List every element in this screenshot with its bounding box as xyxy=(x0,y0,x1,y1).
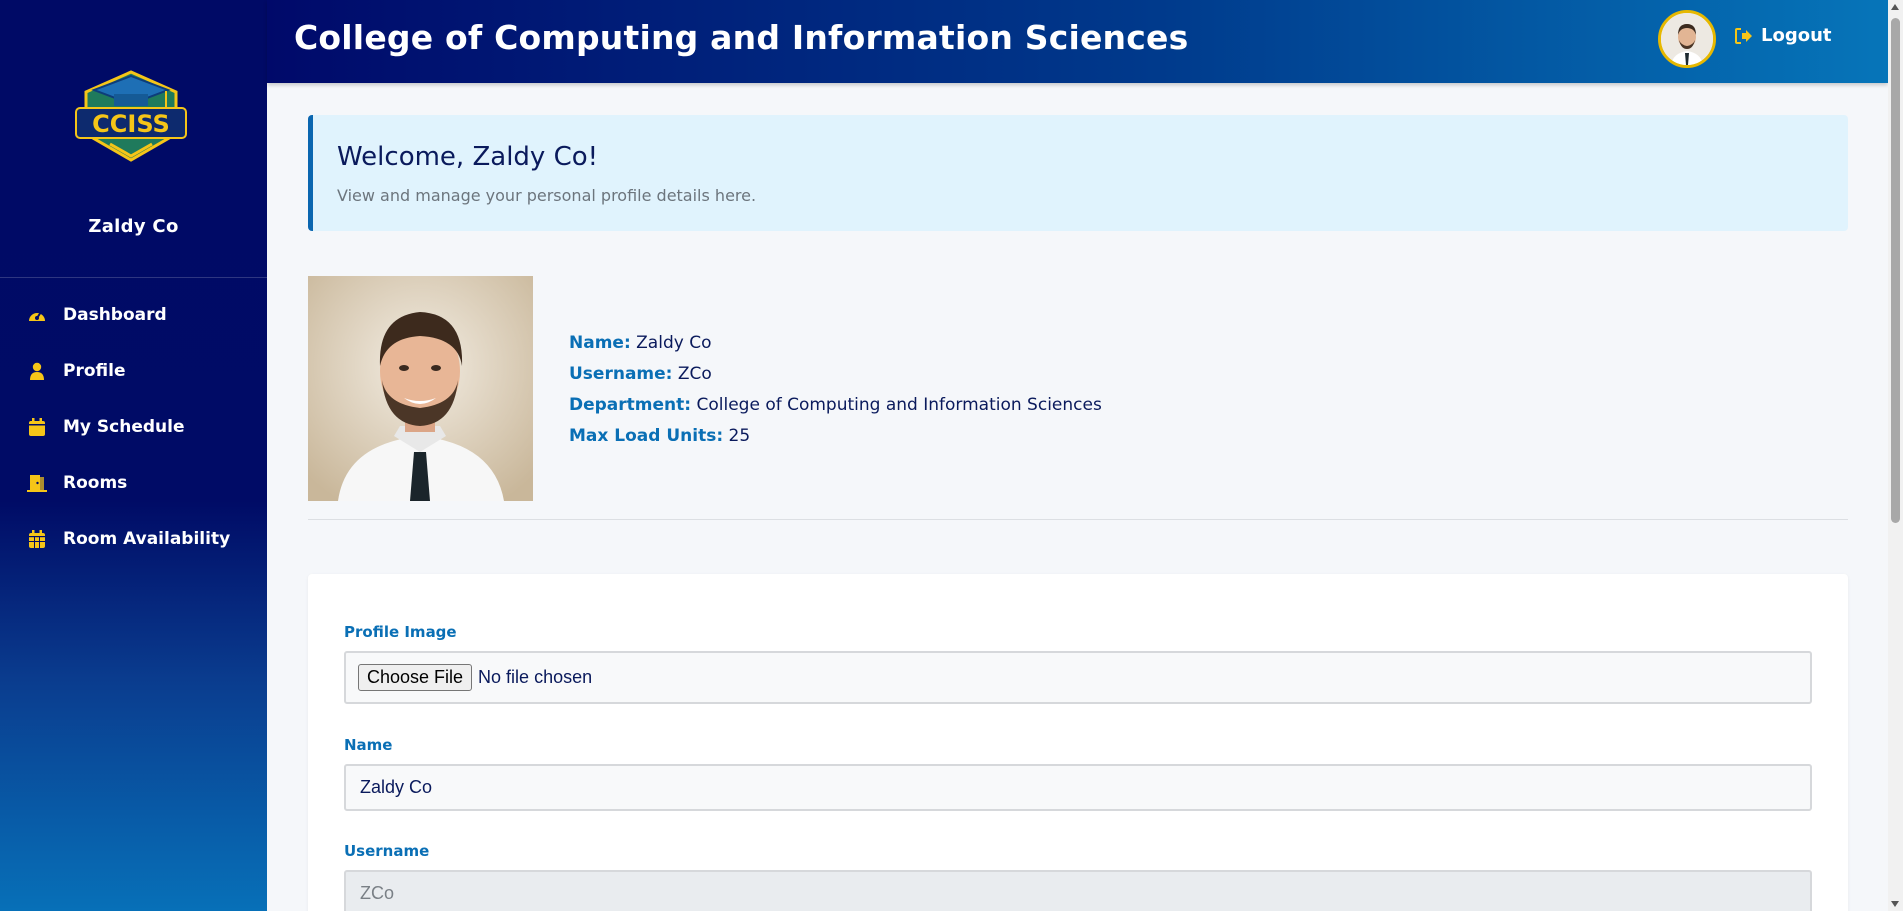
ccis-logo: CCISS xyxy=(72,68,190,164)
username-label: Username xyxy=(344,842,430,860)
sidebar-item-label: Rooms xyxy=(63,473,128,493)
section-divider xyxy=(308,519,1848,520)
calendar-grid-icon xyxy=(26,528,48,550)
profile-department-key: Department: xyxy=(569,395,692,415)
gauge-icon xyxy=(26,304,48,326)
sidebar-divider xyxy=(0,277,267,278)
sidebar-item-label: My Schedule xyxy=(63,417,185,437)
sidebar-item-label: Dashboard xyxy=(63,305,167,325)
choose-file-button[interactable]: Choose File xyxy=(358,664,473,691)
profile-department-value: College of Computing and Information Sci… xyxy=(696,395,1102,415)
profile-edit-form: Profile Image Choose File No file chosen… xyxy=(308,574,1848,911)
sidebar-item-room-availability[interactable]: Room Availability xyxy=(0,511,267,567)
sidebar: CCISS Zaldy Co Dashboard Profile My Sche… xyxy=(0,0,267,911)
username-field: ZCo xyxy=(344,870,1812,911)
calendar-icon xyxy=(26,416,48,438)
sidebar-item-dashboard[interactable]: Dashboard xyxy=(0,287,267,343)
sidebar-item-profile[interactable]: Profile xyxy=(0,343,267,399)
sidebar-item-my-schedule[interactable]: My Schedule xyxy=(0,399,267,455)
logout-button[interactable]: Logout xyxy=(1735,25,1832,46)
svg-text:CCISS: CCISS xyxy=(92,110,170,138)
name-field-value: Zaldy Co xyxy=(360,777,433,797)
top-header: College of Computing and Information Sci… xyxy=(267,0,1888,83)
profile-name-key: Name: xyxy=(569,333,631,353)
profile-username-row: Username: ZCo xyxy=(569,363,1102,394)
name-field[interactable]: Zaldy Co xyxy=(344,764,1812,811)
profile-name-row: Name: Zaldy Co xyxy=(569,332,1102,363)
user-avatar-icon xyxy=(1661,13,1713,65)
logout-label: Logout xyxy=(1761,25,1832,46)
profile-photo xyxy=(308,276,533,501)
sidebar-item-rooms[interactable]: Rooms xyxy=(0,455,267,511)
profile-max-load-key: Max Load Units: xyxy=(569,426,724,446)
page-scrollbar[interactable] xyxy=(1888,0,1903,911)
avatar[interactable] xyxy=(1658,10,1716,68)
profile-max-load-value: 25 xyxy=(728,426,751,446)
sidebar-user-name: Zaldy Co xyxy=(88,216,179,237)
name-label: Name xyxy=(344,736,393,754)
sidebar-nav: Dashboard Profile My Schedule Rooms Room… xyxy=(0,287,267,567)
scroll-thumb[interactable] xyxy=(1891,18,1900,523)
scroll-up-arrow-icon[interactable] xyxy=(1891,4,1899,10)
page-title: College of Computing and Information Sci… xyxy=(294,18,1189,57)
file-status-text: No file chosen xyxy=(478,667,593,687)
door-icon xyxy=(26,472,48,494)
profile-photo-image xyxy=(308,276,533,501)
sidebar-item-label: Profile xyxy=(63,361,126,381)
profile-max-load-row: Max Load Units: 25 xyxy=(569,425,1102,456)
scroll-down-arrow-icon[interactable] xyxy=(1891,901,1899,907)
profile-image-label: Profile Image xyxy=(344,623,457,641)
sidebar-item-label: Room Availability xyxy=(63,529,231,549)
profile-image-input[interactable]: Choose File No file chosen xyxy=(344,651,1812,704)
logout-icon xyxy=(1735,27,1752,44)
welcome-subtitle: View and manage your personal profile de… xyxy=(337,186,757,205)
profile-department-row: Department: College of Computing and Inf… xyxy=(569,394,1102,425)
logo-icon: CCISS xyxy=(75,70,187,162)
user-icon xyxy=(26,360,48,382)
profile-username-value: ZCo xyxy=(677,364,712,384)
profile-name-value: Zaldy Co xyxy=(636,333,712,353)
welcome-title: Welcome, Zaldy Co! xyxy=(337,142,599,172)
profile-username-key: Username: xyxy=(569,364,673,384)
welcome-banner: Welcome, Zaldy Co! View and manage your … xyxy=(308,115,1848,231)
username-field-value: ZCo xyxy=(360,883,395,903)
profile-info: Name: Zaldy Co Username: ZCo Department:… xyxy=(569,332,1102,456)
